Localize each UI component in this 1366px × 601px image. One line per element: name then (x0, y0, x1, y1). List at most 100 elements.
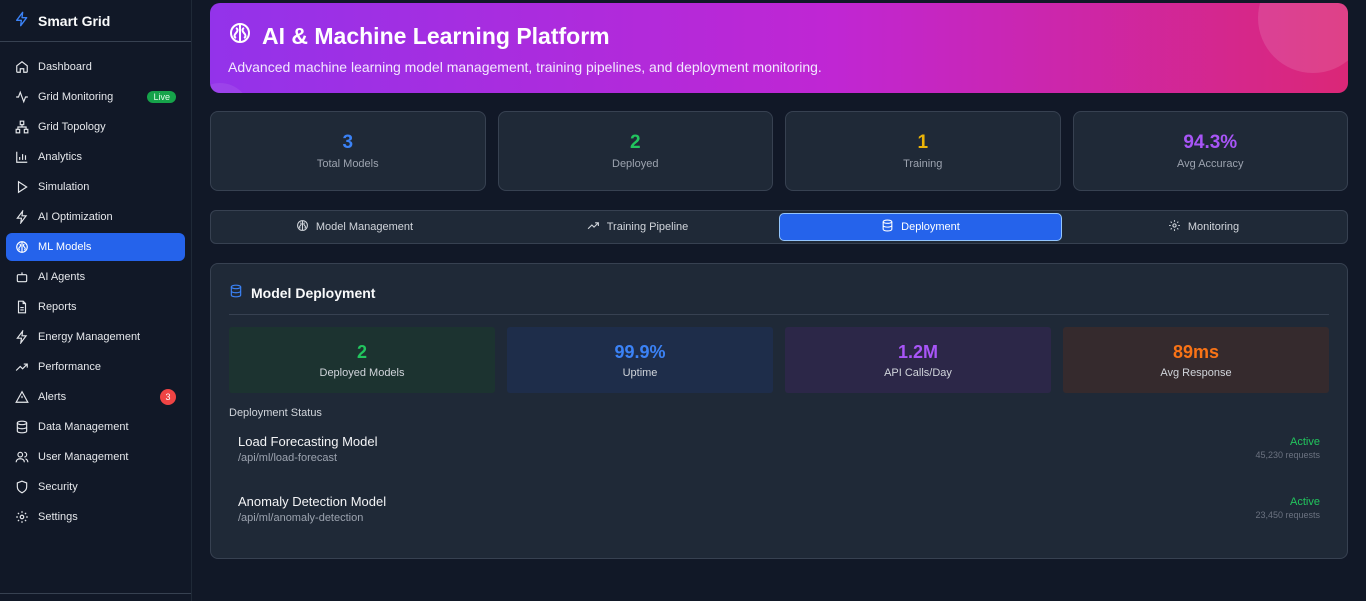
stats-row: 3 Total Models 2 Deployed 1 Training 94.… (210, 111, 1348, 191)
alerts-count-badge: 3 (160, 389, 176, 405)
play-icon (15, 180, 29, 194)
sidebar-item-label: Grid Topology (38, 121, 106, 133)
deployment-path: /api/ml/anomaly-detection (238, 512, 364, 524)
metric-value: 1.2M (897, 341, 939, 362)
sidebar-item-performance[interactable]: Performance (6, 353, 185, 381)
sidebar-item-label: Dashboard (38, 61, 92, 73)
stat-label: Total Models (316, 158, 379, 170)
panel-title: Model Deployment (251, 284, 376, 301)
database-icon (229, 284, 243, 301)
zap-icon (15, 210, 29, 224)
sidebar-item-label: Settings (38, 511, 78, 523)
metric-value: 99.9% (614, 341, 666, 362)
sidebar-item-label: Data Management (38, 421, 129, 433)
sidebar-divider (0, 593, 191, 594)
stat-value: 1 (917, 132, 929, 153)
stat-value: 3 (342, 132, 354, 153)
metric-deployed-models: 2 Deployed Models (229, 327, 495, 393)
sidebar-item-label: Reports (38, 301, 77, 313)
sidebar-item-ml-models[interactable]: ML Models (6, 233, 185, 261)
sidebar-item-label: Performance (38, 361, 101, 373)
stat-label: Deployed (612, 158, 659, 170)
sidebar-item-energy-management[interactable]: Energy Management (6, 323, 185, 351)
metric-value: 2 (356, 341, 367, 362)
stat-card-avg-accuracy: 94.3% Avg Accuracy (1072, 111, 1348, 191)
deployment-metrics: 2 Deployed Models 99.9% Uptime 1.2M API … (229, 327, 1329, 393)
users-icon (15, 450, 29, 464)
metric-label: Deployed Models (319, 366, 405, 379)
tab-label: Deployment (901, 221, 960, 233)
sidebar-item-label: Energy Management (38, 331, 141, 343)
sidebar-item-data-management[interactable]: Data Management (6, 413, 185, 441)
stat-label: Avg Accuracy (1177, 158, 1244, 170)
bot-icon (15, 270, 29, 284)
deployment-info: Anomaly Detection Model /api/ml/anomaly-… (238, 494, 386, 524)
metric-value: 89ms (1172, 341, 1220, 362)
tab-bar: Model Management Training Pipeline Deplo… (210, 210, 1348, 244)
sidebar-item-settings[interactable]: Settings (6, 503, 185, 531)
tab-label: Monitoring (1187, 221, 1240, 233)
sidebar-item-ai-optimization[interactable]: AI Optimization (6, 203, 185, 231)
stat-value: 2 (629, 132, 641, 153)
status-badge: Active (1290, 496, 1320, 508)
zap-icon (14, 11, 30, 30)
stat-card-deployed: 2 Deployed (497, 111, 773, 191)
sidebar-item-label: Simulation (38, 181, 90, 193)
main-content: AI & Machine Learning Platform Advanced … (210, 3, 1348, 559)
database-icon (881, 219, 894, 235)
sidebar-item-analytics[interactable]: Analytics (6, 143, 185, 171)
deployment-stats: Active 23,450 requests (1255, 494, 1320, 520)
network-icon (15, 120, 29, 134)
hero-banner: AI & Machine Learning Platform Advanced … (210, 3, 1348, 93)
request-count: 23,450 requests (1255, 510, 1320, 520)
metric-api-calls: 1.2M API Calls/Day (785, 327, 1051, 393)
sidebar-item-user-management[interactable]: User Management (6, 443, 185, 471)
zap-icon (15, 330, 29, 344)
alert-triangle-icon (15, 390, 29, 404)
tab-monitoring[interactable]: Monitoring (1062, 213, 1345, 241)
metric-label: API Calls/Day (884, 366, 952, 379)
database-icon (15, 420, 29, 434)
section-label: Deployment Status (229, 407, 322, 419)
sidebar-item-grid-topology[interactable]: Grid Topology (6, 113, 185, 141)
deployment-info: Load Forecasting Model /api/ml/load-fore… (238, 434, 377, 464)
tab-label: Model Management (315, 221, 414, 233)
sidebar-item-reports[interactable]: Reports (6, 293, 185, 321)
page-title: AI & Machine Learning Platform (228, 21, 1330, 51)
brain-icon (15, 240, 29, 254)
stat-card-total-models: 3 Total Models (210, 111, 486, 191)
sidebar-item-label: AI Agents (38, 271, 86, 283)
sidebar-nav: Dashboard Grid Monitoring Live Grid Topo… (0, 42, 191, 531)
activity-icon (15, 90, 29, 104)
sidebar-item-label: Analytics (38, 151, 83, 163)
gear-icon (15, 510, 29, 524)
brand[interactable]: Smart Grid (0, 0, 191, 42)
sidebar-item-label: User Management (38, 451, 129, 463)
gear-icon (1168, 219, 1181, 235)
deployment-name: Anomaly Detection Model (238, 494, 387, 509)
sidebar-item-security[interactable]: Security (6, 473, 185, 501)
tab-model-management[interactable]: Model Management (213, 213, 496, 241)
deployment-stats: Active 45,230 requests (1255, 434, 1320, 460)
deployment-row[interactable]: Load Forecasting Model /api/ml/load-fore… (229, 434, 1329, 479)
brain-icon (228, 21, 252, 51)
panel-header: Model Deployment (229, 284, 1329, 315)
tab-deployment[interactable]: Deployment (779, 213, 1062, 241)
tab-training-pipeline[interactable]: Training Pipeline (496, 213, 779, 241)
sidebar-item-simulation[interactable]: Simulation (6, 173, 185, 201)
shield-icon (15, 480, 29, 494)
sidebar-item-label: Security (38, 481, 78, 493)
sidebar-item-alerts[interactable]: Alerts 3 (6, 383, 185, 411)
deployment-panel: Model Deployment 2 Deployed Models 99.9%… (210, 263, 1348, 559)
sidebar-item-dashboard[interactable]: Dashboard (6, 53, 185, 81)
brain-icon (296, 219, 309, 235)
home-icon (15, 60, 29, 74)
sidebar-item-grid-monitoring[interactable]: Grid Monitoring Live (6, 83, 185, 111)
deployment-row[interactable]: Anomaly Detection Model /api/ml/anomaly-… (229, 494, 1329, 539)
deployment-path: /api/ml/load-forecast (238, 452, 338, 464)
sidebar-item-label: AI Optimization (38, 211, 113, 223)
metric-avg-response: 89ms Avg Response (1063, 327, 1329, 393)
stat-value: 94.3% (1183, 132, 1238, 153)
sidebar-item-ai-agents[interactable]: AI Agents (6, 263, 185, 291)
decorative-circle (210, 83, 250, 93)
